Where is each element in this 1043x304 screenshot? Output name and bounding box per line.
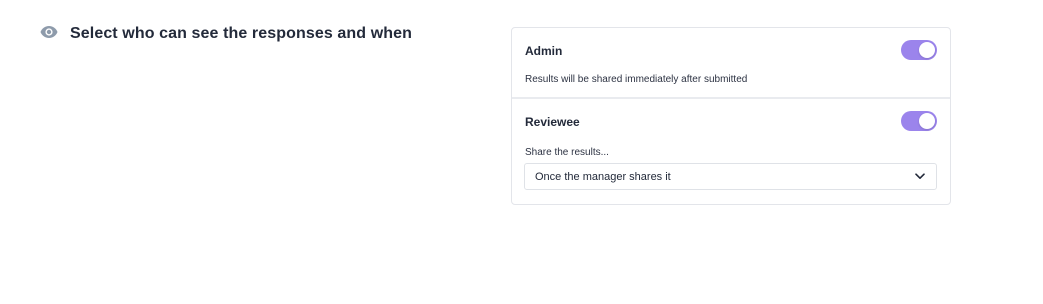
reviewee-label: Reviewee <box>525 115 580 129</box>
reviewee-toggle[interactable] <box>901 111 937 131</box>
share-timing-select[interactable]: Once the manager shares it <box>524 163 937 190</box>
admin-toggle[interactable] <box>901 40 937 60</box>
visibility-card: Admin Results will be shared immediately… <box>511 27 951 205</box>
reviewee-row: Reviewee Share the results... Once the m… <box>512 99 950 204</box>
admin-toggle-knob <box>919 42 935 58</box>
admin-description: Results will be shared immediately after… <box>525 74 748 85</box>
section-header: Select who can see the responses and whe… <box>40 25 412 43</box>
share-results-label: Share the results... <box>525 147 609 158</box>
admin-row: Admin Results will be shared immediately… <box>512 28 950 99</box>
chevron-down-icon <box>914 171 926 183</box>
share-timing-value: Once the manager shares it <box>535 170 671 183</box>
reviewee-toggle-knob <box>919 113 935 129</box>
eye-icon <box>40 23 58 41</box>
section-title: Select who can see the responses and whe… <box>70 25 412 42</box>
admin-label: Admin <box>525 44 563 58</box>
